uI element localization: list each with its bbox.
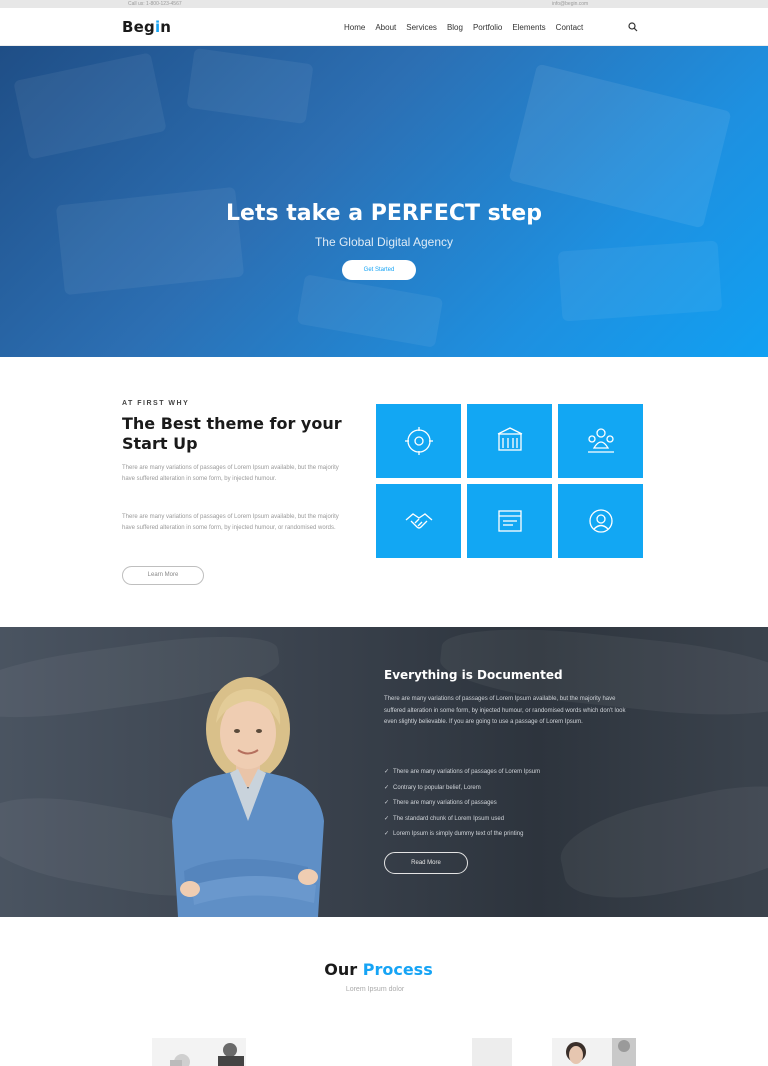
hero-texture xyxy=(186,47,314,125)
nav-item-services[interactable]: Services xyxy=(406,23,437,32)
hero-texture xyxy=(296,274,444,348)
hero-title: Lets take a PERFECT step xyxy=(226,201,542,226)
documented-section: Everything is Documented There are many … xyxy=(0,627,768,917)
woman-photo xyxy=(172,677,324,917)
list-item-text: There are many variations of passages of… xyxy=(393,769,541,775)
hero-texture xyxy=(557,240,723,322)
about-title: The Best theme for your Start Up xyxy=(122,414,342,453)
about-kicker: AT FIRST WHY xyxy=(122,400,190,407)
list-item: ✓ There are many variations of passages xyxy=(384,796,540,812)
nav-item-home[interactable]: Home xyxy=(344,23,365,32)
hero-banner: Lets take a PERFECT step The Global Digi… xyxy=(0,46,768,357)
support-icon xyxy=(588,509,613,533)
process-photo xyxy=(552,1038,636,1066)
nav-item-contact[interactable]: Contact xyxy=(556,23,584,32)
feature-tile[interactable] xyxy=(376,484,461,558)
hero-cta-button[interactable]: Get Started xyxy=(342,260,416,280)
site-logo[interactable]: Begin xyxy=(122,18,171,36)
site-header: Begin Home About Services Blog Portfolio… xyxy=(0,8,768,46)
hero-texture xyxy=(13,52,167,160)
list-item: ✓ Contrary to popular belief, Lorem xyxy=(384,781,540,797)
feature-tile[interactable] xyxy=(558,404,643,478)
feature-tile[interactable] xyxy=(467,404,552,478)
nav-item-portfolio[interactable]: Portfolio xyxy=(473,23,502,32)
process-subtitle: Lorem Ipsum dolor xyxy=(345,986,405,993)
list-item: ✓ There are many variations of passages o… xyxy=(384,765,540,781)
hero-subtitle: The Global Digital Agency xyxy=(314,235,454,249)
feature-tile[interactable] xyxy=(558,484,643,558)
list-item-text: There are many variations of passages xyxy=(393,800,497,807)
team-icon xyxy=(587,428,614,453)
settings-globe-icon xyxy=(404,427,433,455)
topbar-contact-text: Call us: 1-800-123-4567 xyxy=(128,1,182,7)
process-title-accent: Process xyxy=(362,960,433,979)
process-photo xyxy=(152,1038,246,1066)
building-icon xyxy=(497,427,522,451)
documented-text: There are many variations of passages of… xyxy=(384,696,626,725)
list-item: ✓ Lorem Ipsum is simply dummy text of the… xyxy=(384,827,540,843)
feature-grid xyxy=(376,404,644,558)
check-icon: ✓ xyxy=(384,800,390,807)
nav-item-about[interactable]: About xyxy=(375,23,396,32)
list-item-text: Lorem Ipsum is simply dummy text of the … xyxy=(393,831,524,838)
list-item: ✓ The standard chunk of Lorem Ipsum used xyxy=(384,812,540,828)
nav-item-elements[interactable]: Elements xyxy=(512,23,545,32)
about-paragraph: There are many variations of passages of… xyxy=(122,514,339,531)
feature-tile[interactable] xyxy=(376,404,461,478)
learn-more-button[interactable]: Learn More xyxy=(122,566,204,585)
process-title-main: Our xyxy=(324,960,358,979)
documented-list: ✓ There are many variations of passages o… xyxy=(384,765,540,843)
nav-item-blog[interactable]: Blog xyxy=(447,23,463,32)
read-more-button[interactable]: Read More xyxy=(384,852,468,874)
browser-icon xyxy=(497,510,522,532)
handshake-icon xyxy=(405,513,432,529)
check-icon: ✓ xyxy=(384,831,390,838)
check-icon: ✓ xyxy=(384,784,390,791)
logo-text-start: Beg xyxy=(122,18,155,36)
check-icon: ✓ xyxy=(384,769,390,775)
topbar-email-text[interactable]: info@begin.com xyxy=(552,0,588,8)
main-nav: Home About Services Blog Portfolio Eleme… xyxy=(344,23,593,32)
background-streak xyxy=(553,770,768,914)
about-paragraph: There are many variations of passages of… xyxy=(122,465,339,482)
process-photo xyxy=(472,1038,512,1066)
feature-tile[interactable] xyxy=(467,484,552,558)
logo-text-end: n xyxy=(160,18,172,36)
top-bar: Call us: 1-800-123-4567 info@begin.com xyxy=(0,0,768,8)
list-item-text: Contrary to popular belief, Lorem xyxy=(393,784,481,791)
check-icon: ✓ xyxy=(384,815,390,822)
process-title: Our Process xyxy=(0,960,757,979)
search-icon[interactable] xyxy=(628,22,638,32)
documented-title: Everything is Documented xyxy=(384,668,563,682)
list-item-text: The standard chunk of Lorem Ipsum used xyxy=(393,815,505,822)
